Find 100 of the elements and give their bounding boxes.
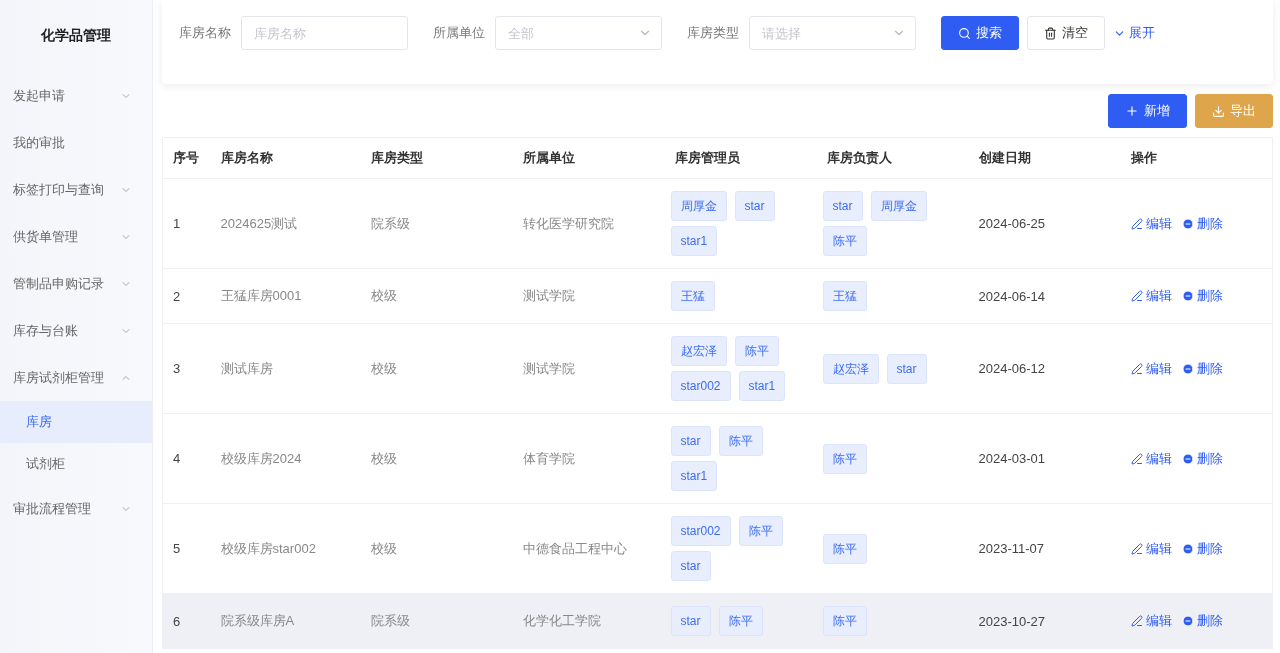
minus-circle-icon (1181, 290, 1194, 302)
table-row[interactable]: 4 校级库房2024 校级 体育学院 star 陈平 star1 陈平 2024-03-01 编辑 删除 (162, 413, 1273, 504)
trash-icon (1044, 26, 1057, 40)
sidebar-item[interactable]: 管制品申购记录 (0, 260, 152, 307)
edit-link[interactable]: 编辑 (1130, 449, 1172, 468)
person-tag: 陈平 (822, 533, 867, 564)
delete-link[interactable]: 删除 (1181, 359, 1223, 378)
person-tag: star002 (670, 516, 731, 546)
table-cell: 2024-06-12 (968, 323, 1121, 414)
edit-link[interactable]: 编辑 (1130, 214, 1172, 233)
column-header: 操作 (1120, 137, 1273, 179)
minus-circle-icon (1181, 615, 1194, 627)
minus-circle-icon (1181, 452, 1194, 465)
person-tag: 陈平 (718, 426, 763, 456)
person-tag: star1 (670, 226, 718, 256)
person-tag: 赵宏泽 (670, 336, 727, 366)
person-tag: star (670, 426, 711, 456)
column-header: 所属单位 (512, 137, 665, 179)
sidebar-item[interactable]: 我的审批 (0, 119, 152, 166)
minus-circle-icon (1181, 362, 1194, 375)
table-cell: 中德食品工程中心 (512, 503, 665, 594)
table-cell: 2024625测试 (210, 178, 361, 269)
table-row[interactable]: 6 院系级库房A 院系级 化学化工学院 star 陈平 陈平 2023-10-27 编辑 删除 (162, 593, 1273, 649)
table-cell: 校级库房2024 (210, 413, 361, 504)
table-cell: 转化医学研究院 (512, 178, 665, 269)
delete-link[interactable]: 删除 (1181, 612, 1223, 630)
person-tag: star (822, 191, 863, 221)
minus-circle-icon (1181, 217, 1194, 230)
edit-link[interactable]: 编辑 (1130, 539, 1172, 558)
pencil-icon (1130, 452, 1143, 465)
plus-icon (1125, 104, 1139, 118)
sidebar-item[interactable]: 库存与台账 (0, 307, 152, 354)
pencil-icon (1130, 362, 1143, 375)
sidebar-item[interactable]: 库房试剂柜管理 (0, 354, 152, 401)
table-cell: 测试学院 (512, 323, 665, 414)
edit-link[interactable]: 编辑 (1130, 359, 1172, 378)
table-cell: 王猛库房0001 (210, 268, 361, 324)
table-cell: 2 (162, 268, 211, 324)
sidebar-item[interactable]: 发起申请 (0, 72, 152, 119)
person-tag: star1 (670, 461, 718, 491)
delete-link[interactable]: 删除 (1181, 539, 1223, 558)
sidebar-subitem[interactable]: 试剂柜 (0, 443, 152, 485)
person-tag: 周厚金 (670, 191, 727, 221)
expand-link[interactable]: 展开 (1109, 16, 1159, 50)
filter-label: 库房类型 (687, 24, 739, 42)
search-icon (958, 26, 971, 40)
table-cell: 化学化工学院 (512, 593, 665, 649)
table-cell: 2024-03-01 (968, 413, 1121, 504)
table-cell: 2024-06-25 (968, 178, 1121, 269)
table-cell: 校级 (360, 503, 513, 594)
person-tag: star1 (738, 371, 786, 401)
table-row[interactable]: 1 2024625测试 院系级 转化医学研究院 周厚金 star star1 star 周厚金 陈平 2024-06-25 编辑 删除 (162, 178, 1273, 269)
column-header: 库房名称 (210, 137, 361, 179)
person-tag: 陈平 (822, 606, 867, 636)
add-button[interactable]: 新增 (1108, 94, 1187, 128)
input-field[interactable]: 库房名称 (241, 16, 408, 50)
select-field[interactable]: 全部 (495, 16, 662, 50)
table-cell: 2024-06-14 (968, 268, 1121, 324)
clear-button[interactable]: 清空 (1027, 16, 1105, 50)
person-tag: 陈平 (738, 516, 783, 546)
person-tag: star (734, 191, 775, 221)
table-cell: 院系级 (360, 178, 513, 269)
edit-link[interactable]: 编辑 (1130, 612, 1172, 630)
table-cell: 校级库房star002 (210, 503, 361, 594)
table-cell: 6 (162, 593, 211, 649)
table-cell: 5 (162, 503, 211, 594)
app-title: 化学品管理 (40, 26, 112, 45)
delete-link[interactable]: 删除 (1181, 449, 1223, 468)
table-row[interactable]: 3 测试库房 校级 测试学院 赵宏泽 陈平 star002 star1 赵宏泽 star 2024-06-12 编辑 删除 (162, 323, 1273, 414)
person-tag: star (670, 551, 711, 581)
minus-circle-icon (1181, 542, 1194, 555)
person-tag: star (886, 353, 927, 384)
person-tag: 陈平 (734, 336, 779, 366)
sidebar-item[interactable]: 供货单管理 (0, 213, 152, 260)
table-row[interactable]: 5 校级库房star002 校级 中德食品工程中心 star002 陈平 star 陈平 2023-11-07 编辑 删除 (162, 503, 1273, 594)
filter-label: 所属单位 (433, 24, 485, 42)
column-header: 库房管理员 (664, 137, 817, 179)
sidebar-item[interactable]: 标签打印与查询 (0, 166, 152, 213)
pencil-icon (1130, 217, 1143, 230)
person-tag: 赵宏泽 (822, 353, 879, 384)
pencil-icon (1130, 542, 1143, 555)
pencil-icon (1130, 290, 1143, 302)
delete-link[interactable]: 删除 (1181, 214, 1223, 233)
column-header: 序号 (162, 137, 211, 179)
table-cell: 2023-10-27 (968, 593, 1121, 649)
person-tag: 王猛 (822, 281, 867, 311)
sidebar-subitem[interactable]: 库房 (0, 401, 152, 443)
search-button[interactable]: 搜索 (941, 16, 1019, 50)
filter-label: 库房名称 (179, 24, 231, 42)
column-header: 库房类型 (360, 137, 513, 179)
delete-link[interactable]: 删除 (1181, 287, 1223, 305)
table-cell: 体育学院 (512, 413, 665, 504)
person-tag: 陈平 (718, 606, 763, 636)
table-cell: 4 (162, 413, 211, 504)
person-tag: 陈平 (822, 443, 867, 474)
column-header: 创建日期 (968, 137, 1121, 179)
table-cell: 3 (162, 323, 211, 414)
table-row[interactable]: 2 王猛库房0001 校级 测试学院 王猛 王猛 2024-06-14 编辑 删除 (162, 268, 1273, 324)
sidebar-item[interactable]: 审批流程管理 (0, 485, 152, 532)
edit-link[interactable]: 编辑 (1130, 287, 1172, 305)
